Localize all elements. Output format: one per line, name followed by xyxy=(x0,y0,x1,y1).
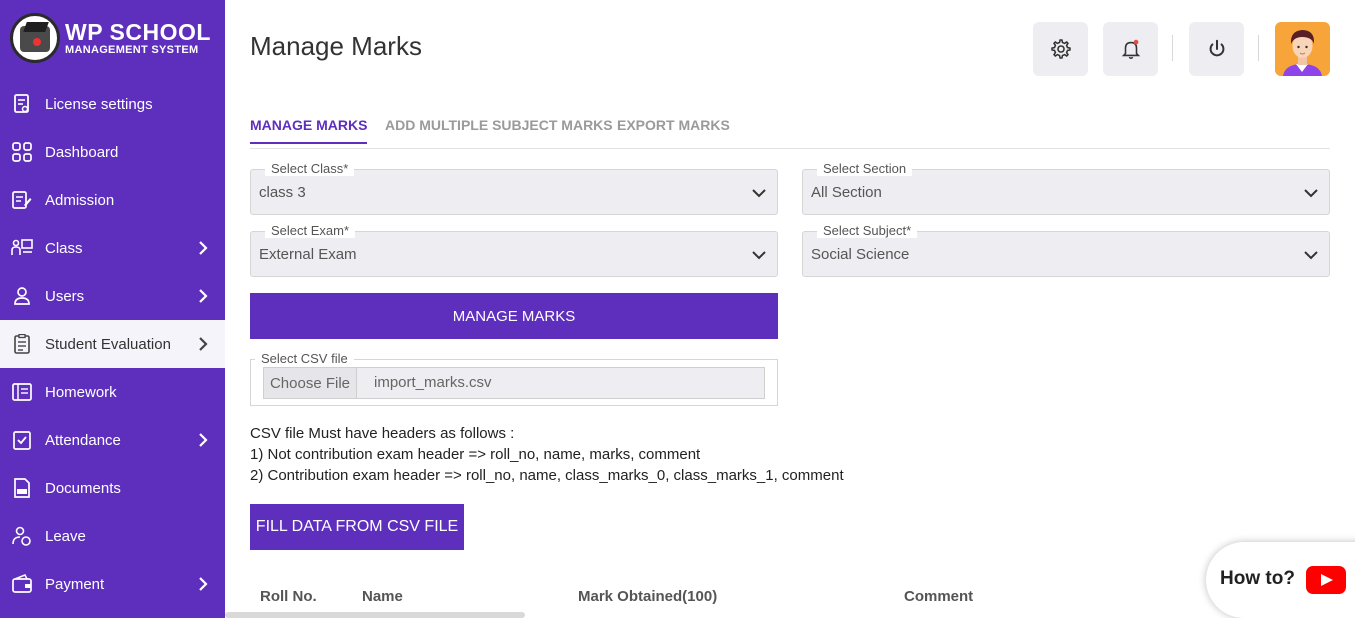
csv-instructions: CSV file Must have headers as follows : … xyxy=(250,423,844,486)
chevron-right-icon xyxy=(199,577,208,591)
sidebar-item-attendance[interactable]: Attendance xyxy=(0,416,225,464)
exam-select-value: External Exam xyxy=(259,246,357,263)
sidebar-item-label: Payment xyxy=(45,575,105,593)
notifications-button[interactable] xyxy=(1103,22,1158,76)
sidebar-item-label: Admission xyxy=(45,191,115,209)
power-icon xyxy=(1209,39,1224,57)
logo-title: WP SCHOOL xyxy=(65,19,211,45)
sidebar-item-license-settings[interactable]: License settings xyxy=(0,80,225,128)
chevron-right-icon xyxy=(199,289,208,303)
horizontal-scrollbar[interactable] xyxy=(225,612,525,618)
subject-select-value: Social Science xyxy=(811,246,910,263)
column-header-comment: Comment xyxy=(904,588,974,605)
sidebar-item-student-evaluation[interactable]: Student Evaluation xyxy=(0,320,225,368)
choose-file-button[interactable]: Choose File xyxy=(264,368,357,398)
documents-icon xyxy=(11,477,33,499)
tab-bar: MANAGE MARKS ADD MULTIPLE SUBJECT MARKS … xyxy=(250,112,1330,149)
exam-select[interactable]: Select Exam* External Exam xyxy=(250,223,778,277)
avatar[interactable] xyxy=(1275,22,1330,76)
exam-select-label: Select Exam* xyxy=(265,223,356,238)
sidebar-item-class[interactable]: Class xyxy=(0,224,225,272)
sidebar: WP SCHOOL MANAGEMENT SYSTEM License sett… xyxy=(0,0,225,618)
how-to-widget[interactable]: How to? xyxy=(1206,542,1355,618)
sidebar-item-label: Homework xyxy=(45,383,117,401)
sidebar-item-admission[interactable]: Admission xyxy=(0,176,225,224)
tab-export-marks[interactable]: EXPORT MARKS xyxy=(617,117,730,133)
fill-data-from-csv-button[interactable]: FILL DATA FROM CSV FILE xyxy=(250,504,464,550)
chevron-down-icon xyxy=(752,189,766,198)
csv-instructions-line: CSV file Must have headers as follows : xyxy=(250,425,515,442)
sidebar-item-leave[interactable]: Leave xyxy=(0,512,225,560)
section-select[interactable]: Select Section All Section xyxy=(802,161,1330,215)
admission-icon xyxy=(11,189,33,211)
sidebar-item-payment[interactable]: Payment xyxy=(0,560,225,608)
chevron-down-icon xyxy=(1304,251,1318,260)
sidebar-item-label: Documents xyxy=(45,479,121,497)
dashboard-icon xyxy=(11,141,33,163)
gear-icon xyxy=(1050,39,1071,59)
subject-select[interactable]: Select Subject* Social Science xyxy=(802,223,1330,277)
sidebar-nav: License settings Dashboard Admission Cla… xyxy=(0,80,225,608)
chevron-right-icon xyxy=(199,337,208,351)
settings-button[interactable] xyxy=(1033,22,1088,76)
sidebar-item-users[interactable]: Users xyxy=(0,272,225,320)
sidebar-item-homework[interactable]: Homework xyxy=(0,368,225,416)
user-icon xyxy=(11,285,33,307)
subject-select-label: Select Subject* xyxy=(817,223,918,238)
evaluation-icon xyxy=(11,333,33,355)
logo-subtitle: MANAGEMENT SYSTEM xyxy=(65,44,199,56)
chevron-down-icon xyxy=(1304,189,1318,198)
chevron-down-icon xyxy=(752,251,766,260)
tab-manage-marks[interactable]: MANAGE MARKS xyxy=(250,117,368,144)
sidebar-item-label: Attendance xyxy=(45,431,121,449)
csv-file-label: Select CSV file xyxy=(255,351,354,366)
class-select-label: Select Class* xyxy=(265,161,355,176)
csv-file-input[interactable]: Choose File import_marks.csv xyxy=(263,367,765,399)
section-select-label: Select Section xyxy=(817,161,913,176)
selected-file-name: import_marks.csv xyxy=(374,374,492,391)
tab-add-multiple-subject-marks[interactable]: ADD MULTIPLE SUBJECT MARKS xyxy=(385,117,613,133)
sidebar-item-label: Student Evaluation xyxy=(45,335,171,353)
homework-icon xyxy=(11,381,33,403)
license-icon xyxy=(11,93,33,115)
class-select-value: class 3 xyxy=(259,184,306,201)
chevron-right-icon xyxy=(199,241,208,255)
logout-button[interactable] xyxy=(1189,22,1244,76)
csv-file-group: Select CSV file Choose File import_marks… xyxy=(250,351,778,406)
column-header-mark-obtained: Mark Obtained(100) xyxy=(578,588,718,605)
payment-icon xyxy=(11,573,33,595)
main-content: Manage Marks MANAGE MARKS ADD MULTIPLE S… xyxy=(225,0,1355,618)
attendance-icon xyxy=(11,429,33,451)
section-select-value: All Section xyxy=(811,184,882,201)
how-to-label: How to? xyxy=(1220,568,1295,589)
sidebar-item-label: License settings xyxy=(45,95,153,113)
sidebar-item-label: Dashboard xyxy=(45,143,119,161)
header-divider xyxy=(1172,35,1173,61)
class-icon xyxy=(11,237,33,259)
manage-marks-button[interactable]: MANAGE MARKS xyxy=(250,293,778,339)
sidebar-item-label: Users xyxy=(45,287,85,305)
column-header-name: Name xyxy=(362,588,403,605)
bell-icon xyxy=(1121,39,1140,59)
class-select[interactable]: Select Class* class 3 xyxy=(250,161,778,215)
logo-icon xyxy=(10,13,60,63)
page-title: Manage Marks xyxy=(250,31,422,61)
header-divider xyxy=(1258,35,1259,61)
leave-icon xyxy=(11,525,33,547)
sidebar-item-label: Leave xyxy=(45,527,86,545)
sidebar-item-dashboard[interactable]: Dashboard xyxy=(0,128,225,176)
column-header-roll-no: Roll No. xyxy=(260,588,317,605)
logo[interactable]: WP SCHOOL MANAGEMENT SYSTEM xyxy=(10,13,211,63)
youtube-icon xyxy=(1306,566,1346,594)
sidebar-item-label: Class xyxy=(45,239,83,257)
chevron-right-icon xyxy=(199,433,208,447)
csv-instructions-line: 2) Contribution exam header => roll_no, … xyxy=(250,467,844,484)
sidebar-item-documents[interactable]: Documents xyxy=(0,464,225,512)
csv-instructions-line: 1) Not contribution exam header => roll_… xyxy=(250,446,701,463)
